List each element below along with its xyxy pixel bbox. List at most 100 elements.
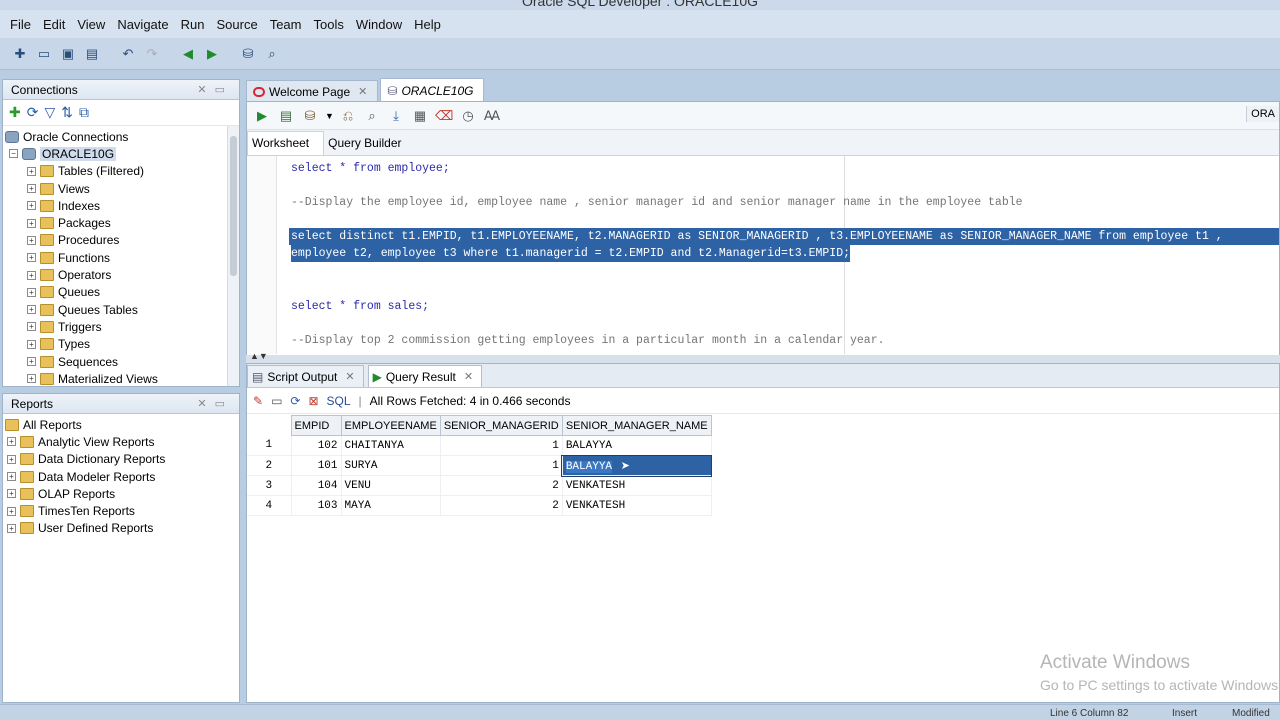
column-header[interactable]: EMPLOYEENAME [340, 415, 441, 436]
tree-item-indexes[interactable]: + Indexes [3, 197, 239, 214]
clear-icon[interactable]: ⌫ [435, 108, 453, 124]
tree-item-procedures[interactable]: + Procedures [3, 232, 239, 249]
code-editor[interactable]: select * from employee; --Display the em… [247, 156, 1279, 354]
redo-icon[interactable]: ↷ [142, 44, 162, 64]
menu-team[interactable]: Team [264, 17, 308, 32]
cell-employeename[interactable]: SURYA [341, 455, 441, 476]
sql-connection-icon[interactable]: ⛁ [238, 44, 258, 64]
expand-icon[interactable]: + [27, 305, 36, 315]
tab-worksheet[interactable]: Worksheet [247, 131, 325, 155]
expand-icon[interactable]: + [7, 454, 16, 464]
back-icon[interactable]: ◀ [178, 44, 198, 64]
table-row[interactable]: 1 102 CHAITANYA 1 BALAYYA [247, 435, 712, 456]
binoculars-icon[interactable]: ⌕ [262, 44, 282, 64]
commit-icon[interactable]: ⛁ [301, 108, 319, 124]
tree-item-packages[interactable]: + Packages [3, 214, 239, 231]
menu-help[interactable]: Help [408, 17, 447, 32]
tree-item-queues[interactable]: + Queues [3, 284, 239, 301]
expand-icon[interactable]: + [27, 201, 36, 211]
import-icon[interactable]: ⧉ [79, 104, 89, 121]
expand-icon[interactable]: + [27, 184, 36, 194]
menu-view[interactable]: View [71, 17, 111, 32]
tree-item-tables[interactable]: + Tables (Filtered) [3, 163, 239, 180]
expand-icon[interactable]: + [7, 506, 16, 516]
tab-welcome-page[interactable]: Welcome Page ✕ [246, 80, 379, 102]
tree-item-sequences[interactable]: + Sequences [3, 353, 239, 370]
tree-item-functions[interactable]: + Functions [3, 249, 239, 266]
cell-senior-managerid[interactable]: 1 [440, 455, 563, 476]
cancel-icon[interactable]: ⊠ [308, 394, 318, 408]
add-connection-icon[interactable]: ✚ [9, 104, 21, 121]
panel-controls-icon[interactable]: ✕▭ [197, 83, 233, 96]
save-icon[interactable]: ▣ [58, 44, 78, 64]
close-tab-icon[interactable]: ✕ [345, 370, 354, 383]
expand-icon[interactable]: + [27, 374, 36, 384]
tree-oracle-connections[interactable]: Oracle Connections [3, 128, 239, 145]
tree-item-materialized-views[interactable]: + Materialized Views [3, 370, 239, 387]
cell-empid[interactable]: 101 [291, 455, 342, 476]
tab-query-builder[interactable]: Query Builder [324, 132, 415, 155]
expand-icon[interactable]: + [27, 339, 36, 349]
expand-icon[interactable]: + [7, 437, 16, 447]
tree-report-timesten[interactable]: + TimesTen Reports [3, 502, 239, 519]
sql-button[interactable]: SQL [327, 394, 351, 408]
open-folder-icon[interactable]: ▭ [34, 44, 54, 64]
sql-tuning-icon[interactable]: ▦ [411, 108, 429, 124]
cell-employeename[interactable]: VENU [341, 475, 441, 496]
run-script-icon[interactable]: ▤ [277, 108, 295, 124]
connection-selector[interactable]: ORA [1246, 106, 1279, 122]
forward-icon[interactable]: ▶ [202, 44, 222, 64]
expand-icon[interactable]: + [27, 287, 36, 297]
tree-all-reports[interactable]: All Reports [3, 416, 239, 433]
expand-icon[interactable]: + [27, 270, 36, 280]
close-tab-icon[interactable]: ✕ [358, 85, 367, 98]
run-statement-icon[interactable]: ▶ [253, 108, 271, 124]
tree-connection[interactable]: − ORACLE10G [3, 145, 239, 162]
expand-icon[interactable]: + [7, 489, 16, 499]
collapse-icon[interactable]: − [9, 149, 18, 159]
expand-icon[interactable]: + [27, 322, 36, 332]
expand-icon[interactable]: + [7, 472, 16, 482]
explain-plan-icon[interactable]: ⌕ [363, 108, 381, 124]
history-icon[interactable]: ◷ [459, 108, 477, 124]
expand-icon[interactable]: + [27, 166, 36, 176]
menu-run[interactable]: Run [175, 17, 211, 32]
table-row[interactable]: 2 101 SURYA 1 BALAYYA ➤ [247, 454, 713, 477]
tree-item-triggers[interactable]: + Triggers [3, 318, 239, 335]
panel-controls-icon[interactable]: ✕▭ [197, 397, 233, 410]
cell-senior-managerid[interactable]: 2 [440, 475, 563, 496]
table-row[interactable]: 4 103 MAYA 2 VENKATESH [247, 495, 712, 516]
connections-scrollbar[interactable] [227, 126, 239, 386]
cell-empid[interactable]: 104 [291, 475, 342, 496]
dropdown-arrow-icon[interactable]: ▼ [325, 111, 334, 121]
column-header[interactable]: EMPID [290, 415, 342, 436]
tree-report-olap[interactable]: + OLAP Reports [3, 485, 239, 502]
tree-report-user-defined[interactable]: + User Defined Reports [3, 520, 239, 537]
tree-report-data-dictionary[interactable]: + Data Dictionary Reports [3, 451, 239, 468]
cell-senior-manager-name[interactable]: VENKATESH [562, 475, 712, 496]
save-all-icon[interactable]: ▤ [82, 44, 102, 64]
tree-item-views[interactable]: + Views [3, 180, 239, 197]
menu-window[interactable]: Window [350, 17, 408, 32]
cell-employeename[interactable]: CHAITANYA [341, 435, 441, 456]
expand-icon[interactable]: + [27, 235, 36, 245]
expand-icon[interactable]: + [27, 357, 36, 366]
cell-employeename[interactable]: MAYA [341, 495, 441, 516]
editor-results-splitter[interactable]: ▲▼ [246, 351, 1280, 363]
tab-oracle10g[interactable]: ⛁ ORACLE10G [380, 78, 485, 102]
cell-empid[interactable]: 103 [291, 495, 342, 516]
new-file-icon[interactable]: ✚ [10, 44, 30, 64]
close-tab-icon[interactable]: ✕ [464, 370, 473, 383]
cell-senior-managerid[interactable]: 1 [440, 435, 563, 456]
menu-edit[interactable]: Edit [37, 17, 71, 32]
print-icon[interactable]: ▭ [271, 394, 282, 408]
cell-empid[interactable]: 102 [291, 435, 342, 456]
refresh-icon[interactable]: ⟳ [290, 394, 300, 408]
expand-icon[interactable]: + [7, 523, 16, 533]
cell-senior-manager-name[interactable]: BALAYYA [562, 435, 712, 456]
format-icon[interactable]: Ꜳ [483, 108, 501, 124]
tree-item-queues-tables[interactable]: + Queues Tables [3, 301, 239, 318]
tab-script-output[interactable]: ▤ Script Output ✕ [247, 365, 364, 387]
expand-icon[interactable]: + [27, 218, 36, 228]
pin-icon[interactable]: ✎ [253, 394, 263, 408]
